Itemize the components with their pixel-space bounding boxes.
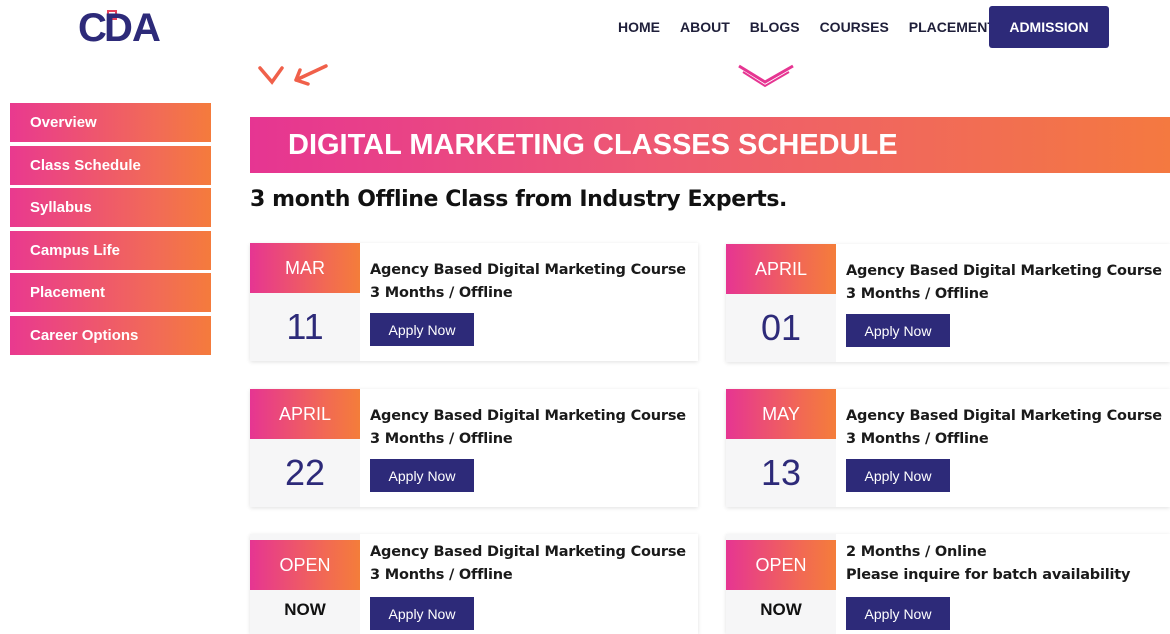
card-course-detail: 3 Months / Offline <box>846 286 989 302</box>
nav-placement[interactable]: PLACEMENT <box>909 19 996 35</box>
apply-now-button[interactable]: Apply Now <box>370 459 474 492</box>
apply-now-button[interactable]: Apply Now <box>370 597 474 630</box>
sidebar-item-class-schedule[interactable]: Class Schedule <box>10 145 211 185</box>
card-month: OPEN <box>726 540 836 590</box>
card-day: 22 <box>284 452 326 493</box>
card-month: MAR <box>250 243 360 293</box>
card-course-detail: Please inquire for batch availability <box>846 567 1131 583</box>
logo-mark: C D A <box>78 7 163 47</box>
nav-blogs[interactable]: BLOGS <box>750 19 800 35</box>
card-course-title: Agency Based Digital Marketing Course <box>370 408 686 424</box>
decorative-arrow-icon <box>258 64 328 86</box>
sidebar-item-syllabus[interactable]: Syllabus <box>10 188 211 227</box>
schedule-card: OPEN NOW Agency Based Digital Marketing … <box>250 534 698 634</box>
apply-now-button[interactable]: Apply Now <box>370 313 474 346</box>
schedule-card: APRIL 22 Agency Based Digital Marketing … <box>250 389 698 507</box>
cda-logo[interactable]: C D A <box>78 7 170 47</box>
card-day: 13 <box>760 452 802 493</box>
card-open-now: NOW <box>760 600 802 619</box>
sidebar-item-campus-life[interactable]: Campus Life <box>10 230 211 270</box>
decorative-chevron-icon <box>738 64 794 88</box>
schedule-card: MAY 13 Agency Based Digital Marketing Co… <box>726 389 1170 507</box>
card-month: APRIL <box>250 389 360 439</box>
card-course-title: Agency Based Digital Marketing Course <box>846 408 1162 424</box>
svg-text:C: C <box>78 7 106 47</box>
nav-about[interactable]: ABOUT <box>680 19 730 35</box>
sidebar-item-placement[interactable]: Placement <box>10 273 211 312</box>
card-month: MAY <box>726 389 836 439</box>
card-course-title: Agency Based Digital Marketing Course <box>846 263 1162 279</box>
nav-courses[interactable]: COURSES <box>820 19 889 35</box>
card-course-detail: 3 Months / Offline <box>370 567 513 583</box>
card-day: 01 <box>760 307 802 348</box>
schedule-subtitle: 3 month Offline Class from Industry Expe… <box>250 187 787 212</box>
card-course-title: Agency Based Digital Marketing Course <box>370 544 686 560</box>
apply-now-button[interactable]: Apply Now <box>846 597 950 630</box>
admission-button[interactable]: ADMISSION <box>989 6 1109 48</box>
card-info: 2 Months / Online Please inquire for bat… <box>846 541 1130 587</box>
main-nav: HOME ABOUT BLOGS COURSES PLACEMENT <box>618 19 996 35</box>
nav-home[interactable]: HOME <box>618 19 660 35</box>
card-info: Agency Based Digital Marketing Course 3 … <box>370 541 686 587</box>
card-open-now: NOW <box>284 600 326 619</box>
card-day: 11 <box>286 306 324 347</box>
card-course-title: Agency Based Digital Marketing Course <box>370 262 686 278</box>
schedule-card: APRIL 01 Agency Based Digital Marketing … <box>726 244 1170 362</box>
card-info: Agency Based Digital Marketing Course 3 … <box>846 260 1162 306</box>
apply-now-button[interactable]: Apply Now <box>846 459 950 492</box>
apply-now-button[interactable]: Apply Now <box>846 314 950 347</box>
card-course-detail: 3 Months / Offline <box>370 285 513 301</box>
card-info: Agency Based Digital Marketing Course 3 … <box>846 405 1162 451</box>
schedule-title-banner: DIGITAL MARKETING CLASSES SCHEDULE <box>250 117 1170 173</box>
schedule-card: MAR 11 Agency Based Digital Marketing Co… <box>250 243 698 361</box>
svg-text:D: D <box>104 7 132 47</box>
schedule-card: OPEN NOW 2 Months / Online Please inquir… <box>726 534 1170 634</box>
card-info: Agency Based Digital Marketing Course 3 … <box>370 259 686 305</box>
card-course-detail: 3 Months / Offline <box>370 431 513 447</box>
card-info: Agency Based Digital Marketing Course 3 … <box>370 405 686 451</box>
card-course-detail: 3 Months / Offline <box>846 431 989 447</box>
sidebar-item-overview[interactable]: Overview <box>10 103 211 142</box>
svg-text:A: A <box>132 7 160 47</box>
card-month: OPEN <box>250 540 360 590</box>
sidebar-item-career-options[interactable]: Career Options <box>10 315 211 355</box>
card-month: APRIL <box>726 244 836 294</box>
site-header: C D A HOME ABOUT BLOGS COURSES PLACEMENT… <box>0 0 1170 56</box>
card-course-title: 2 Months / Online <box>846 544 987 560</box>
course-sidebar: Overview Class Schedule Syllabus Campus … <box>10 103 211 358</box>
